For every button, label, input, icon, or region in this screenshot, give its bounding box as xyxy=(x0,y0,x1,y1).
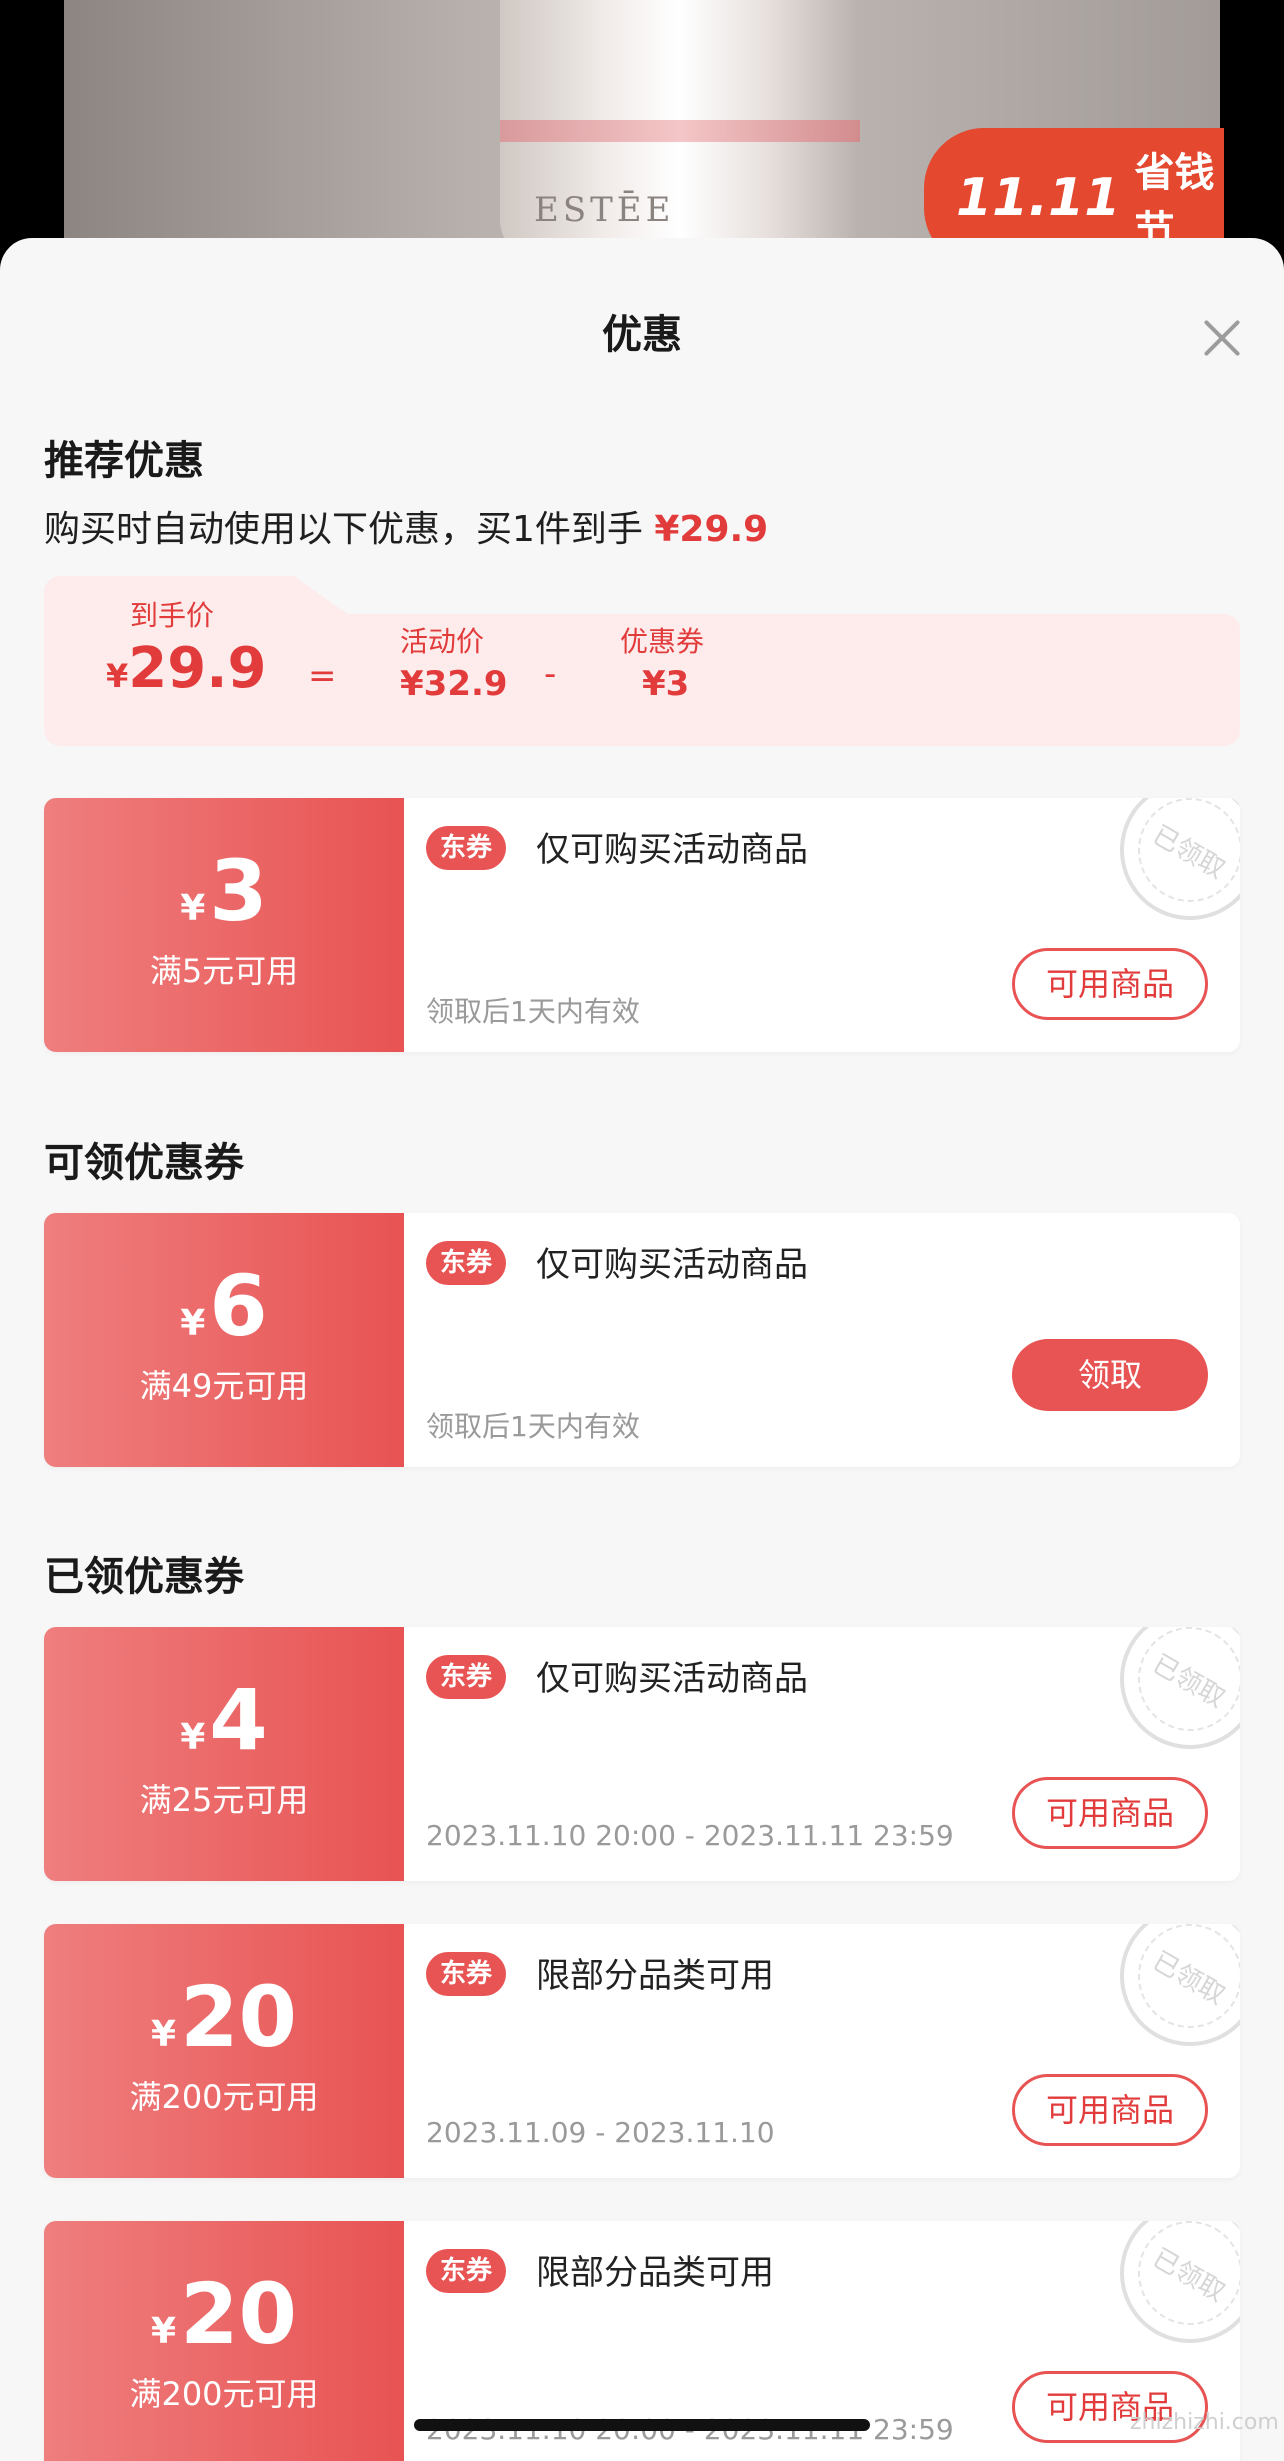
auto-apply-text: 购买时自动使用以下优惠，买1件到手 ¥29.9 xyxy=(44,500,768,552)
coupon-amount-panel: ¥4 满25元可用 xyxy=(44,1627,404,1881)
coupon-description: 仅可购买活动商品 xyxy=(536,830,808,870)
coupon-card: ¥20 满200元可用 东券 限部分品类可用 2023.11.09 - 2023… xyxy=(44,1924,1240,2178)
coupon-validity: 2023.11.09 - 2023.11.10 xyxy=(426,2116,775,2149)
coupon-amount: ¥20 xyxy=(44,1972,404,2080)
coupon-badge: 东券 xyxy=(426,1952,507,1996)
coupon-threshold: 满25元可用 xyxy=(139,1781,309,1819)
promo-tag-number: 11.11 xyxy=(956,168,1121,228)
coupon-amount-panel: ¥3 满5元可用 xyxy=(44,798,404,1052)
coupon-yen: ¥ xyxy=(180,1717,206,1758)
coupon-amount-panel: ¥20 满200元可用 xyxy=(44,1924,404,2178)
received-stamp-icon: 已领取 xyxy=(1094,2221,1240,2369)
received-stamp-icon: 已领取 xyxy=(1094,1924,1240,2072)
coupon-threshold: 满49元可用 xyxy=(139,1367,309,1405)
recommended-heading: 推荐优惠 xyxy=(44,438,204,484)
site-watermark: zhizhizhi.com xyxy=(1130,2410,1279,2435)
coupon-amount: ¥20 xyxy=(44,2269,404,2377)
coupon-amount-value: 4 xyxy=(209,1671,268,1769)
coupon-yen: ¥ xyxy=(180,1303,206,1344)
final-price-value: ¥29.9 xyxy=(106,636,266,701)
bottle-band xyxy=(500,120,860,142)
view-products-button[interactable]: 可用商品 xyxy=(1012,1777,1208,1849)
activity-price-label: 活动价 xyxy=(400,625,485,658)
coupon-validity: 领取后1天内有效 xyxy=(426,995,640,1028)
coupon-badge: 东券 xyxy=(426,1655,507,1699)
final-price-number: 29.9 xyxy=(128,636,267,701)
final-price-yen: ¥ xyxy=(106,657,129,695)
coupon-card: ¥4 满25元可用 东券 仅可购买活动商品 2023.11.10 20:00 -… xyxy=(44,1627,1240,1881)
coupon-price-label: 优惠券 xyxy=(620,625,705,658)
received-stamp-icon: 已领取 xyxy=(1094,1627,1240,1775)
coupon-amount: ¥4 xyxy=(44,1675,404,1783)
auto-apply-prefix: 购买时自动使用以下优惠，买1件到手 xyxy=(44,509,643,550)
coupon-badge: 东券 xyxy=(426,826,507,870)
coupon-amount: ¥3 xyxy=(44,846,404,954)
coupon-validity: 领取后1天内有效 xyxy=(426,1410,640,1443)
received-stamp-icon: 已领取 xyxy=(1094,798,1240,946)
price-breakdown: 到手价 ¥29.9 = 活动价 ¥32.9 - 优惠券 ¥3 xyxy=(44,576,1240,746)
view-products-button[interactable]: 可用商品 xyxy=(1012,2074,1208,2146)
coupon-description: 仅可购买活动商品 xyxy=(536,1245,808,1285)
coupon-badge: 东券 xyxy=(426,2249,507,2293)
close-icon[interactable] xyxy=(1200,316,1244,360)
coupon-amount-panel: ¥6 满49元可用 xyxy=(44,1213,404,1467)
auto-apply-price: ¥29.9 xyxy=(654,509,769,550)
coupon-threshold: 满200元可用 xyxy=(129,2375,319,2413)
claim-coupon-button[interactable]: 领取 xyxy=(1012,1339,1208,1411)
view-products-button[interactable]: 可用商品 xyxy=(1012,948,1208,1020)
coupon-yen: ¥ xyxy=(180,888,206,929)
coupon-description: 限部分品类可用 xyxy=(536,1956,774,1996)
coupon-description: 限部分品类可用 xyxy=(536,2253,774,2293)
coupon-description: 仅可购买活动商品 xyxy=(536,1659,808,1699)
coupon-price-value: ¥3 xyxy=(642,664,690,704)
coupon-card: ¥6 满49元可用 东券 仅可购买活动商品 领取后1天内有效 领取 xyxy=(44,1213,1240,1467)
coupon-yen: ¥ xyxy=(151,2311,177,2352)
discount-sheet: 优惠 推荐优惠 购买时自动使用以下优惠，买1件到手 ¥29.9 到手价 ¥29.… xyxy=(0,238,1284,2461)
coupon-amount-value: 3 xyxy=(209,842,268,940)
received-coupons-heading: 已领优惠券 xyxy=(44,1554,244,1600)
home-indicator xyxy=(414,2419,870,2431)
coupon-yen: ¥ xyxy=(151,2014,177,2055)
coupon-validity: 2023.11.10 20:00 - 2023.11.11 23:59 xyxy=(426,1819,954,1852)
coupon-amount-value: 6 xyxy=(209,1257,268,1355)
coupon-amount-value: 20 xyxy=(180,2265,297,2363)
activity-price-value: ¥32.9 xyxy=(400,664,508,704)
coupon-amount-panel: ¥20 满200元可用 xyxy=(44,2221,404,2461)
coupon-card: ¥3 满5元可用 东券 仅可购买活动商品 领取后1天内有效 已领取 可用商品 xyxy=(44,798,1240,1052)
equals-sign: = xyxy=(308,656,337,696)
coupon-amount: ¥6 xyxy=(44,1261,404,1369)
coupon-badge: 东券 xyxy=(426,1241,507,1285)
coupon-threshold: 满5元可用 xyxy=(149,952,299,990)
sheet-title: 优惠 xyxy=(602,312,682,358)
available-coupons-heading: 可领优惠券 xyxy=(44,1140,244,1186)
final-price-label: 到手价 xyxy=(130,599,215,632)
coupon-threshold: 满200元可用 xyxy=(129,2078,319,2116)
coupon-amount-value: 20 xyxy=(180,1968,297,2066)
minus-sign: - xyxy=(544,654,557,694)
